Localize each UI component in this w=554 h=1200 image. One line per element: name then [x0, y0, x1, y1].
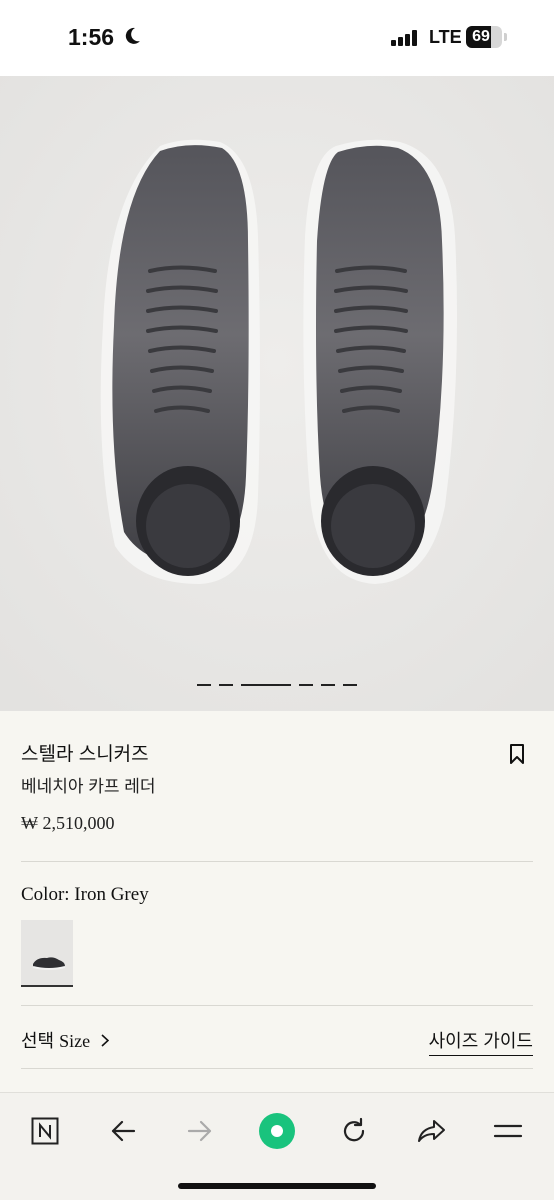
product-price: ₩ 2,510,000: [21, 813, 115, 833]
back-button[interactable]: [103, 1111, 143, 1151]
bookmark-icon[interactable]: [509, 743, 525, 765]
divider: [21, 1005, 533, 1006]
home-indicator: [178, 1183, 376, 1189]
share-icon: [418, 1120, 445, 1142]
reload-icon: [343, 1117, 365, 1142]
chevron-right-icon: [101, 1034, 110, 1047]
sneaker-thumbnail: [32, 957, 66, 970]
size-label-korean: 선택: [21, 1031, 55, 1051]
slide-indicator[interactable]: [321, 684, 335, 686]
divider: [21, 861, 533, 862]
left-shoe: [100, 139, 260, 584]
status-bar: 1:56 LTE 69: [0, 0, 554, 76]
forward-button[interactable]: [180, 1111, 220, 1151]
slide-indicator-active[interactable]: [241, 684, 291, 686]
color-label: Color: Iron Grey: [21, 884, 149, 905]
signal-icon: [391, 30, 421, 46]
reload-button[interactable]: [334, 1111, 374, 1151]
shoe-pair-image: [0, 76, 554, 711]
color-swatch-iron-grey[interactable]: [21, 920, 73, 987]
slide-indicator[interactable]: [299, 684, 313, 686]
moon-icon: [125, 27, 140, 44]
slide-indicator[interactable]: [343, 684, 357, 686]
menu-button[interactable]: [488, 1111, 528, 1151]
battery-icon: 69: [466, 26, 502, 48]
battery-cap: [504, 33, 507, 41]
menu-icon: [493, 1124, 523, 1138]
network-type: LTE: [429, 27, 462, 47]
slide-indicator[interactable]: [197, 684, 211, 686]
slide-indicators: [0, 684, 554, 688]
status-time: 1:56: [68, 24, 115, 50]
product-subtitle: 베네치아 카프 레더: [21, 777, 156, 796]
green-dot-button[interactable]: [257, 1111, 297, 1151]
battery-level: 69: [472, 28, 490, 45]
share-button[interactable]: [411, 1111, 451, 1151]
green-dot-icon: [259, 1113, 295, 1149]
right-shoe: [303, 139, 458, 584]
forward-arrow-icon: [187, 1120, 212, 1142]
product-title: 스텔라 스니커즈: [21, 744, 149, 765]
back-arrow-icon: [111, 1120, 136, 1142]
slide-indicator[interactable]: [219, 684, 233, 686]
naver-home-button[interactable]: [25, 1111, 65, 1151]
size-selector[interactable]: 선택 Size: [21, 1027, 110, 1053]
product-image-gallery[interactable]: [0, 76, 554, 711]
size-label: Size: [59, 1031, 91, 1051]
size-guide-link[interactable]: 사이즈 가이드: [428, 1027, 533, 1056]
naver-home-icon: [31, 1117, 59, 1145]
divider: [21, 1068, 533, 1069]
